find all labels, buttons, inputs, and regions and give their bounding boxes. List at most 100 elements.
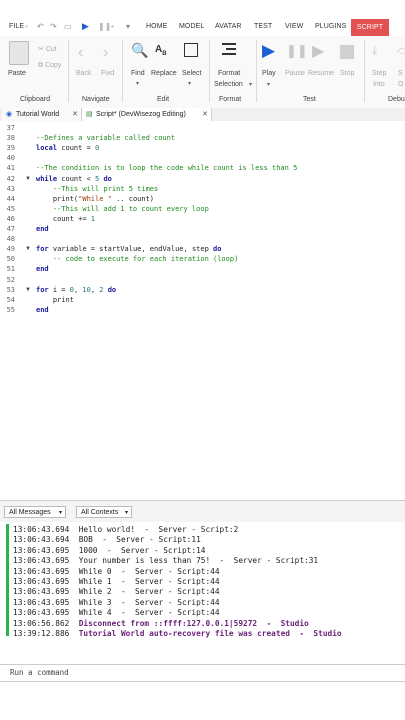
undo-icon[interactable]: ↶ <box>37 22 44 31</box>
save-icon[interactable]: ▫ <box>25 22 28 31</box>
output-message: Disconnect from ::ffff:127.0.0.1|59272 -… <box>78 618 309 628</box>
redo-icon[interactable]: ↷ <box>50 22 57 31</box>
play-button[interactable]: Play <box>262 70 276 77</box>
pause-button[interactable]: Pause <box>285 70 305 77</box>
code-line[interactable]: for i = 0, 10, 2 do <box>36 286 116 294</box>
menu-avatar[interactable]: AVATAR <box>215 23 242 30</box>
message-filter-dropdown[interactable]: All Messages ▾ <box>4 506 66 518</box>
copy-button[interactable]: ⧉ Copy <box>38 62 61 70</box>
code-line[interactable]: end <box>36 225 49 233</box>
close-icon[interactable]: ✕ <box>202 108 208 121</box>
fold-toggle-icon[interactable]: ▼ <box>25 176 31 182</box>
code-line[interactable]: print <box>36 296 74 304</box>
output-line: 13:06:43.694 Hello world! - Server - Scr… <box>13 525 238 534</box>
cut-button[interactable]: ✂ Cut <box>38 45 57 53</box>
code-line[interactable]: for variable = startValue, endValue, ste… <box>36 245 221 253</box>
code-line[interactable]: --This will print 5 times <box>36 185 158 193</box>
stop-button[interactable]: Stop <box>340 70 354 77</box>
output-timestamp: 13:06:43.694 <box>13 525 79 534</box>
line-number: 53 <box>6 285 15 294</box>
chevron-down-icon[interactable]: ▾ <box>136 80 139 87</box>
find-icon[interactable]: 🔍 <box>131 42 148 59</box>
menu-test[interactable]: TEST <box>254 23 272 30</box>
back-button[interactable]: Back <box>76 70 92 77</box>
chevron-down-icon[interactable]: ▾ <box>267 81 270 88</box>
line-number: 52 <box>6 275 15 284</box>
settings-icon[interactable]: ▭ <box>64 22 72 31</box>
paste-button[interactable]: Paste <box>8 70 26 77</box>
resume-button[interactable]: Resume <box>308 70 334 77</box>
chevron-down-icon[interactable]: ▾ <box>188 80 191 87</box>
quick-stop-icon[interactable]: ▪ <box>111 22 114 31</box>
output-line: 13:06:43.695 While 3 - Server - Script:4… <box>13 598 220 607</box>
menu-view[interactable]: VIEW <box>285 23 303 30</box>
output-timestamp: 13:06:43.695 <box>13 545 79 555</box>
context-filter-dropdown[interactable]: All Contexts ▾ <box>76 506 132 518</box>
close-icon[interactable]: ✕ <box>72 108 78 121</box>
select-icon[interactable] <box>184 43 198 57</box>
line-number: 49 <box>6 245 15 254</box>
output-timestamp: 13:39:12.886 <box>13 629 79 638</box>
select-button[interactable]: Select <box>182 70 201 77</box>
step-over-icon[interactable]: ⤼ <box>397 43 405 58</box>
replace-button[interactable]: Replace <box>151 70 177 77</box>
output-message: Your number is less than 75! - Server - … <box>78 556 319 566</box>
code-line[interactable]: end <box>36 265 49 273</box>
menu-script[interactable]: SCRIPT <box>351 19 389 36</box>
output-message: Hello world! - Server - Script:2 <box>78 525 239 534</box>
line-number: 46 <box>6 214 15 223</box>
code-line[interactable]: while count < 5 do <box>36 175 112 183</box>
back-icon[interactable]: ‹ <box>78 44 83 62</box>
output-line: 13:06:56.862 Disconnect from ::ffff:127.… <box>13 619 309 628</box>
output-panel[interactable]: 13:06:43.694 Hello world! - Server - Scr… <box>0 522 405 662</box>
menu-file[interactable]: FILE <box>9 23 24 30</box>
step-into-button-line1[interactable]: Step <box>372 70 386 77</box>
clipboard-group-label: Clipboard <box>20 96 50 103</box>
pause-icon[interactable]: ❚❚ <box>286 43 308 59</box>
menu-model[interactable]: MODEL <box>179 23 204 30</box>
play-icon[interactable]: ▶ <box>262 41 275 61</box>
tab-tutorial-world[interactable]: ◉ Tutorial World ✕ <box>2 108 82 121</box>
format-icon[interactable] <box>222 43 236 59</box>
navigate-group-label: Navigate <box>82 96 110 103</box>
line-number: 45 <box>6 204 15 213</box>
format-button-line2[interactable]: Selection <box>214 81 243 88</box>
code-line[interactable]: --The condition is to loop the code whil… <box>36 164 297 172</box>
dropdown-icon[interactable]: ▾ <box>126 22 130 31</box>
fold-toggle-icon[interactable]: ▼ <box>25 287 31 293</box>
quick-pause-icon[interactable]: ❚❚ <box>98 22 111 31</box>
script-editor[interactable]: 37 38 39 40 41 42 ▼ 43 44 45 46 47 48 49 ▼ 50 51 52 53 ▼ 54 5… <box>0 121 405 482</box>
code-line[interactable]: -- code to execute for each iteration (l… <box>36 255 238 263</box>
format-button-line1[interactable]: Format <box>218 70 240 77</box>
format-group-label: Format <box>219 96 242 103</box>
step-into-button-line2[interactable]: Into <box>373 81 385 88</box>
paste-icon[interactable] <box>9 41 29 65</box>
quick-play-icon[interactable]: ▶ <box>82 21 89 32</box>
code-line[interactable]: --This will add 1 to count every loop <box>36 205 209 213</box>
stop-icon[interactable] <box>340 45 354 59</box>
menu-home[interactable]: HOME <box>146 23 167 30</box>
command-input[interactable]: Run a command <box>10 668 69 677</box>
code-line[interactable]: end <box>36 306 49 314</box>
forward-icon[interactable]: › <box>103 44 108 62</box>
code-line[interactable]: --Defines a variable called count <box>36 134 175 142</box>
step-over-label: S <box>398 70 403 77</box>
line-number: 37 <box>6 124 15 132</box>
resume-icon[interactable]: ▶ <box>312 41 324 61</box>
step-into-icon[interactable]: ⤓ <box>372 43 377 58</box>
output-line: 13:06:43.695 While 2 - Server - Script:4… <box>13 587 220 596</box>
line-number: 47 <box>6 225 15 233</box>
message-filter-value: All Messages <box>9 509 51 516</box>
replace-icon[interactable]: AB <box>155 44 167 57</box>
code-line[interactable]: print("While " .. count) <box>36 195 154 203</box>
command-bar[interactable]: Run a command <box>0 664 405 682</box>
chevron-down-icon: ▾ <box>124 510 128 516</box>
menu-plugins[interactable]: PLUGINS <box>315 23 346 30</box>
forward-button[interactable]: Fwd <box>101 70 114 77</box>
chevron-down-icon[interactable]: ▾ <box>249 81 252 88</box>
code-line[interactable]: count += 1 <box>36 215 95 223</box>
fold-toggle-icon[interactable]: ▼ <box>25 246 31 252</box>
tab-script[interactable]: ▤ Script* (DevWisezog Editing) ✕ <box>82 108 212 121</box>
find-button[interactable]: Find <box>131 70 145 77</box>
code-line[interactable]: local count = 0 <box>36 144 99 152</box>
